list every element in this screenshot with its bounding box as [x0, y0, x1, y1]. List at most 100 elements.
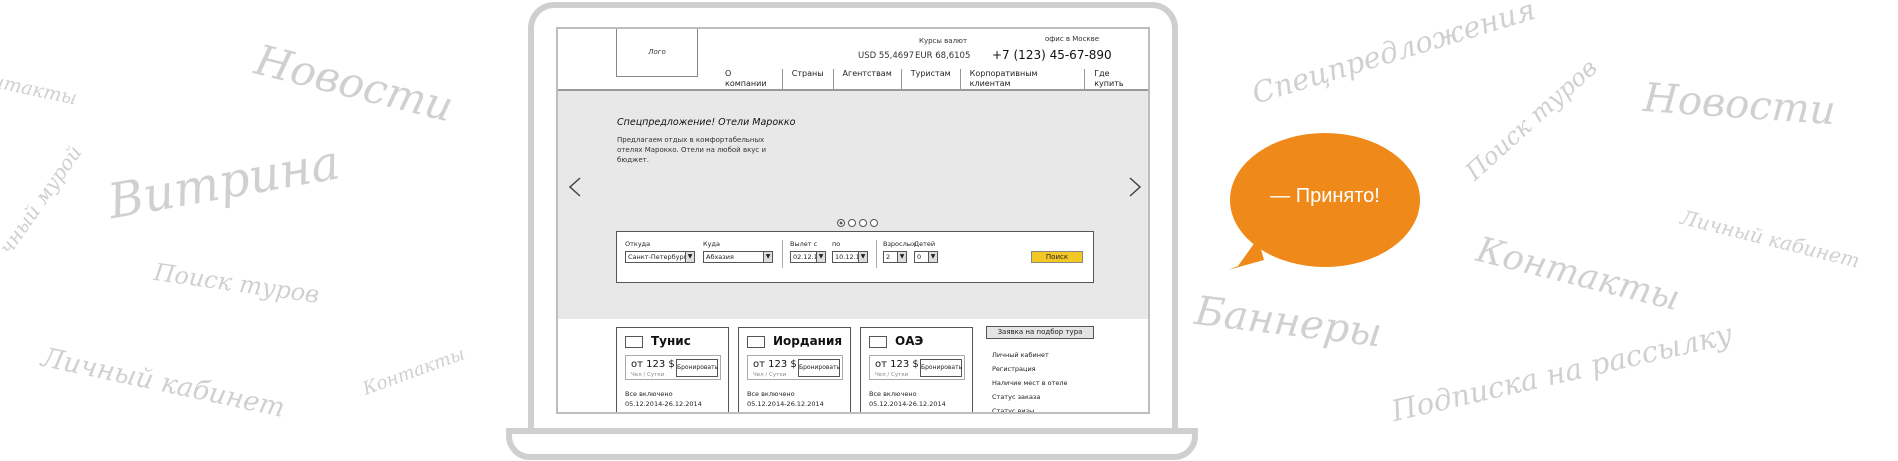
nav-item-countries[interactable]: Страны	[783, 69, 834, 89]
price-box: от 123 $ Чел / Сутки Бронировать	[625, 355, 721, 380]
slider-dot[interactable]	[848, 219, 856, 227]
bg-word-subscription: Подписка на рассылку	[1388, 316, 1736, 429]
eur-rate: EUR 68,6105	[915, 51, 971, 61]
slider-dot[interactable]	[837, 219, 845, 227]
form-divider	[876, 240, 877, 268]
tour-request-button[interactable]: Заявка на подбор тура	[986, 326, 1094, 339]
sidebar-link-visa-status[interactable]: Статус визы	[992, 404, 1068, 412]
price: от 123 $	[875, 359, 919, 370]
office-label: офис в Москве	[1045, 35, 1100, 43]
book-button[interactable]: Бронировать	[920, 359, 962, 377]
chevron-down-icon: ▼	[928, 252, 937, 262]
depart-date-select[interactable]: 02.12.14 ▼	[790, 251, 826, 263]
to-select[interactable]: Абхазия ▼	[703, 251, 773, 263]
form-divider	[782, 240, 783, 268]
nav-item-agencies[interactable]: Агентствам	[834, 69, 902, 89]
main-nav: О компании Страны Агентствам Туристам Ко…	[716, 69, 1148, 89]
tour-dates: 05.12.2014-26.12.2014	[747, 400, 824, 408]
sidebar-link-registration[interactable]: Регистрация	[992, 362, 1068, 376]
all-inclusive-label: Все включено	[747, 390, 795, 398]
chevron-right-icon[interactable]	[1126, 176, 1144, 198]
bg-word-cabinet-left: Личный кабинет	[38, 342, 288, 424]
flag-image	[869, 336, 887, 348]
nav-item-tourists[interactable]: Туристам	[902, 69, 961, 89]
tour-card-jordan[interactable]: Иордания от 123 $ Чел / Сутки Бронироват…	[738, 327, 851, 412]
bg-word-special-offers: Спецпредложения	[1248, 0, 1540, 111]
website-wireframe: Лого Курсы валют USD 55,4697 EUR 68,6105…	[556, 27, 1150, 414]
price: от 123 $	[753, 359, 797, 370]
bg-word-banners: Баннеры	[1192, 288, 1385, 357]
promo-banner: Спецпредложение! Отели Марокко Предлагае…	[558, 91, 1148, 319]
sidebar-link-order-status[interactable]: Статус заказа	[992, 390, 1068, 404]
chevron-down-icon: ▼	[763, 252, 772, 262]
book-button[interactable]: Бронировать	[798, 359, 840, 377]
price-box: от 123 $ Чел / Сутки Бронировать	[869, 355, 965, 380]
adults-label: Взрослых	[883, 240, 916, 248]
tour-dates: 05.12.2014-26.12.2014	[625, 400, 702, 408]
price: от 123 $	[631, 359, 675, 370]
until-label: по	[832, 240, 841, 248]
from-value: Санкт-Петербург	[628, 253, 688, 261]
tour-card-tunisia[interactable]: Тунис от 123 $ Чел / Сутки Бронировать В…	[616, 327, 729, 412]
sidebar-links: Личный кабинет Регистрация Наличие мест …	[992, 348, 1068, 412]
chevron-down-icon: ▼	[685, 252, 694, 262]
tour-search-form: Откуда Санкт-Петербург ▼ Куда Абхазия ▼ …	[616, 231, 1094, 283]
bg-word-contacts-left-2: Контакты	[360, 343, 468, 400]
bg-word-contacts-left: нтакты	[0, 70, 79, 110]
speech-bubble-text: — Принято!	[1270, 185, 1380, 207]
card-title: ОАЭ	[895, 334, 924, 348]
price-unit: Чел / Сутки	[753, 372, 787, 378]
bg-word-showcase: Витрина	[104, 134, 344, 231]
bg-word-contacts-right: Контакты	[1472, 230, 1684, 320]
price-unit: Чел / Сутки	[875, 372, 909, 378]
bg-word-tour-search-left: Поиск туров	[152, 258, 322, 309]
slider-dot[interactable]	[870, 219, 878, 227]
slider-dots	[837, 219, 878, 227]
to-value: Абхазия	[706, 253, 734, 261]
return-date-select[interactable]: 10.12.14 ▼	[832, 251, 868, 263]
all-inclusive-label: Все включено	[869, 390, 917, 398]
chevron-left-icon[interactable]	[566, 176, 584, 198]
children-select[interactable]: 0 ▼	[914, 251, 938, 263]
bg-word-news-right: Новости	[1641, 75, 1837, 135]
bg-word-news-left: Новости	[250, 35, 459, 132]
children-value: 0	[917, 253, 922, 261]
usd-rate: USD 55,4697	[858, 51, 915, 61]
sidebar-link-hotel-availability[interactable]: Наличие мест в отеле	[992, 376, 1068, 390]
bg-word-tour-search-right: Поиск туров	[1460, 53, 1603, 186]
tour-dates: 05.12.2014-26.12.2014	[869, 400, 946, 408]
phone-number[interactable]: +7 (123) 45-67-890	[992, 48, 1112, 62]
tour-card-uae[interactable]: ОАЭ от 123 $ Чел / Сутки Бронировать Все…	[860, 327, 973, 412]
sidebar-link-cabinet[interactable]: Личный кабинет	[992, 348, 1068, 362]
price-box: от 123 $ Чел / Сутки Бронировать	[747, 355, 843, 380]
children-label: Детей	[914, 240, 936, 248]
chevron-down-icon: ▼	[816, 252, 825, 262]
adults-value: 2	[886, 253, 891, 261]
from-select[interactable]: Санкт-Петербург ▼	[625, 251, 695, 263]
adults-select[interactable]: 2 ▼	[883, 251, 907, 263]
from-label: Откуда	[625, 240, 651, 248]
book-button[interactable]: Бронировать	[676, 359, 718, 377]
search-button[interactable]: Поиск	[1031, 251, 1083, 263]
bg-word-cabinet-right: Личный кабинет	[1678, 205, 1863, 273]
nav-item-corporate[interactable]: Корпоративным клиентам	[961, 69, 1086, 89]
logo[interactable]: Лого	[616, 29, 698, 77]
chevron-down-icon: ▼	[858, 252, 867, 262]
flag-image	[747, 336, 765, 348]
depart-label: Вылет с	[790, 240, 818, 248]
currency-rates-title: Курсы валют	[919, 37, 968, 45]
to-label: Куда	[703, 240, 720, 248]
banner-text: Предлагаем отдых в комфортабельных отеля…	[617, 136, 767, 164]
chevron-down-icon: ▼	[897, 252, 906, 262]
flag-image	[625, 336, 643, 348]
banner-title: Спецпредложение! Отели Марокко	[617, 117, 796, 128]
card-title: Иордания	[773, 334, 843, 348]
bg-word-tour-search-rotated: чный мурой	[0, 140, 87, 259]
all-inclusive-label: Все включено	[625, 390, 673, 398]
slider-dot[interactable]	[859, 219, 867, 227]
card-title: Тунис	[651, 334, 691, 348]
nav-item-where-to-buy[interactable]: Где купить	[1085, 69, 1148, 89]
laptop-base	[506, 428, 1198, 460]
nav-item-about[interactable]: О компании	[716, 69, 783, 89]
price-unit: Чел / Сутки	[631, 372, 665, 378]
